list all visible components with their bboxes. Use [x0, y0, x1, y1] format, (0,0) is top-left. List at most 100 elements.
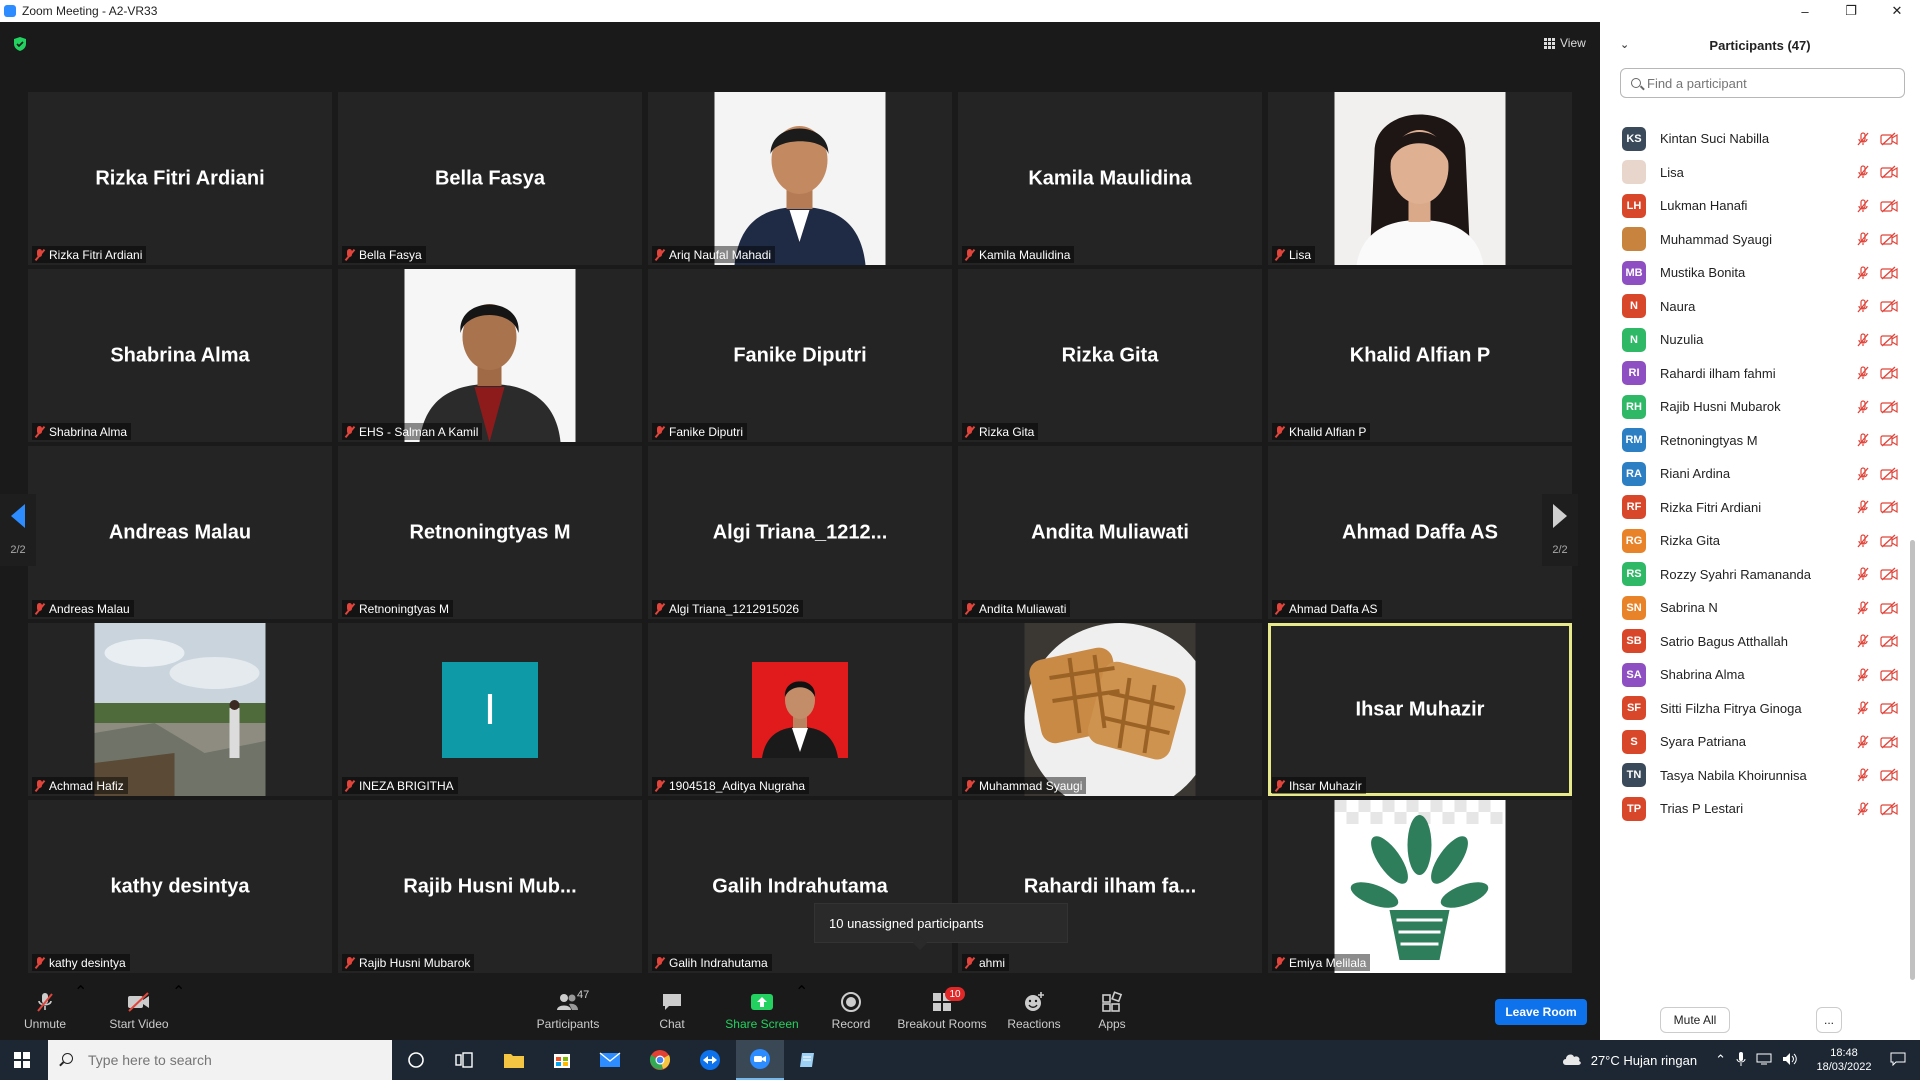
video-tile[interactable]: Emiya Melilala — [1268, 800, 1572, 973]
windows-start-icon[interactable] — [14, 1052, 30, 1068]
video-tile[interactable]: Andreas Malau Andreas Malau — [28, 446, 332, 619]
video-tile[interactable]: Kamila Maulidina Kamila Maulidina — [958, 92, 1262, 265]
chat-button[interactable]: Chat — [650, 982, 694, 1040]
video-tile[interactable]: Fanike Diputri Fanike Diputri — [648, 269, 952, 442]
more-options-button[interactable]: ... — [1816, 1007, 1842, 1033]
video-tile[interactable]: Andita Muliawati Andita Muliawati — [958, 446, 1262, 619]
leave-room-button[interactable]: Leave Room — [1495, 999, 1587, 1025]
participant-name: Kintan Suci Nabilla — [1660, 131, 1770, 146]
apps-button[interactable]: Apps — [1092, 982, 1132, 1040]
close-button[interactable]: ✕ — [1874, 0, 1920, 22]
video-tile[interactable]: Ariq Naufal Mahadi — [648, 92, 952, 265]
network-icon[interactable] — [1756, 1052, 1772, 1069]
microsoft-store-icon[interactable] — [538, 1040, 586, 1080]
video-off-icon — [1880, 433, 1898, 447]
zoom-taskbar-icon[interactable] — [736, 1040, 784, 1080]
tile-caption-text: Shabrina Alma — [49, 424, 128, 439]
participant-list[interactable]: KS Kintan Suci Nabilla Lisa LH Lukman Hanafi… — [1600, 112, 1910, 992]
reactions-button[interactable]: Reactions — [1004, 982, 1064, 1040]
video-tile[interactable]: I INEZA BRIGITHA — [338, 623, 642, 796]
mic-muted-icon — [1856, 533, 1870, 548]
video-off-icon — [1880, 567, 1898, 581]
video-tile[interactable]: Khalid Alfian P Khalid Alfian P — [1268, 269, 1572, 442]
volume-icon[interactable] — [1782, 1052, 1798, 1069]
video-tile[interactable]: Achmad Hafiz — [28, 623, 332, 796]
video-tile[interactable]: Muhammad Syaugi — [958, 623, 1262, 796]
show-hidden-icons-chevron-icon[interactable]: ⌃ — [1715, 1052, 1726, 1068]
share-screen-button[interactable]: Share Screen — [722, 982, 802, 1040]
video-options-caret-icon[interactable]: ⌃ — [172, 982, 185, 1002]
microphone-tray-icon[interactable] — [1736, 1051, 1746, 1069]
tile-display-name: kathy desintya — [110, 875, 250, 897]
unmute-button[interactable]: Unmute — [20, 982, 70, 1040]
video-tile[interactable]: Retnoningtyas M Retnoningtyas M — [338, 446, 642, 619]
video-tile[interactable]: EHS - Salman A Kamil — [338, 269, 642, 442]
participant-profile-photo — [752, 661, 848, 758]
tile-display-name: Andita Muliawati — [1031, 521, 1189, 543]
video-tile[interactable]: Rahardi ilham fa... ahmi — [958, 800, 1262, 973]
view-button[interactable]: View — [1538, 32, 1592, 54]
video-tile[interactable]: Ahmad Daffa AS Ahmad Daffa AS — [1268, 446, 1572, 619]
tile-display-name: Retnoningtyas M — [409, 521, 571, 543]
maximize-button[interactable]: ❐ — [1828, 0, 1874, 22]
tile-name-label: Rajib Husni Mubarok — [342, 954, 475, 971]
tile-caption-text: Andita Muliawati — [979, 601, 1067, 616]
video-tile[interactable]: Rizka Gita Rizka Gita — [958, 269, 1262, 442]
video-tile[interactable]: Ihsar Muhazir Ihsar Muhazir — [1268, 623, 1572, 796]
tile-display-name: Rizka Fitri Ardiani — [95, 167, 265, 189]
participant-name: Mustika Bonita — [1660, 265, 1746, 280]
tile-caption-text: Emiya Melilala — [1289, 955, 1367, 970]
video-off-icon — [1880, 802, 1898, 816]
tile-caption-text: kathy desintya — [49, 955, 126, 970]
breakout-rooms-icon: 10 — [929, 987, 965, 1013]
record-button[interactable]: Record — [826, 982, 876, 1040]
tile-name-label: Emiya Melilala — [1272, 954, 1371, 971]
video-tile[interactable]: Algi Triana_1212... Algi Triana_121291502… — [648, 446, 952, 619]
minimize-button[interactable]: – — [1782, 0, 1828, 22]
participant-search[interactable] — [1620, 68, 1905, 98]
video-tile[interactable]: Bella Fasya Bella Fasya — [338, 92, 642, 265]
notepad-icon[interactable] — [784, 1040, 832, 1080]
taskbar-search-input[interactable] — [88, 1052, 368, 1068]
encryption-shield-icon[interactable] — [12, 36, 28, 52]
mic-muted-icon — [32, 991, 58, 1013]
chrome-icon[interactable] — [636, 1040, 684, 1080]
weather-text[interactable]: 27°C Hujan ringan — [1591, 1053, 1697, 1068]
video-tile[interactable]: Shabrina Alma Shabrina Alma — [28, 269, 332, 442]
task-view-icon[interactable] — [440, 1040, 488, 1080]
video-tile[interactable]: Galih Indrahutama Galih Indrahutama — [648, 800, 952, 973]
participant-name: Rahardi ilham fahmi — [1660, 365, 1776, 381]
taskbar-search[interactable] — [48, 1040, 392, 1080]
video-tile[interactable]: Rajib Husni Mub... Rajib Husni Mubarok — [338, 800, 642, 973]
breakout-rooms-button[interactable]: 10 Breakout Rooms — [896, 982, 988, 1040]
collapse-panel-chevron-icon[interactable]: ⌄ — [1620, 38, 1629, 51]
teamviewer-icon[interactable] — [686, 1040, 734, 1080]
participant-row[interactable]: TP Trias P Lestari — [1600, 788, 1910, 829]
cortana-icon[interactable] — [392, 1040, 440, 1080]
weather-cloud-icon[interactable] — [1561, 1051, 1583, 1070]
mic-muted-icon — [34, 425, 45, 438]
view-button-label: View — [1560, 36, 1586, 50]
mic-muted-icon — [1856, 500, 1870, 514]
start-video-button[interactable]: Start Video — [104, 982, 174, 1040]
mute-all-button[interactable]: Mute All — [1660, 1007, 1730, 1033]
video-tile[interactable]: Rizka Fitri Ardiani Rizka Fitri Ardiani — [28, 92, 332, 265]
participants-button[interactable]: 47 Participants — [532, 982, 604, 1040]
video-tile[interactable]: Lisa — [1268, 92, 1572, 265]
participant-list-scrollbar[interactable] — [1910, 540, 1915, 980]
share-options-caret-icon[interactable]: ⌃ — [795, 982, 808, 1002]
mail-icon[interactable] — [586, 1040, 634, 1080]
video-tile[interactable]: kathy desintya kathy desintya — [28, 800, 332, 973]
audio-options-caret-icon[interactable]: ⌃ — [74, 982, 87, 1002]
taskbar-clock[interactable]: 18:48 18/03/2022 — [1808, 1046, 1880, 1074]
file-explorer-icon[interactable] — [490, 1040, 538, 1080]
next-page-button[interactable]: 2/2 — [1542, 494, 1578, 566]
clock-time: 18:48 — [1830, 1047, 1858, 1059]
participant-avatar: TN — [1622, 763, 1646, 787]
participant-avatar: RI — [1622, 361, 1646, 385]
notifications-icon[interactable] — [1890, 1052, 1906, 1069]
video-tile[interactable]: 1904518_Aditya Nugraha — [648, 623, 952, 796]
previous-page-button[interactable]: 2/2 — [0, 494, 36, 566]
participant-search-input[interactable] — [1647, 75, 1887, 91]
unassigned-participants-tooltip[interactable]: 10 unassigned participants — [814, 903, 1068, 951]
